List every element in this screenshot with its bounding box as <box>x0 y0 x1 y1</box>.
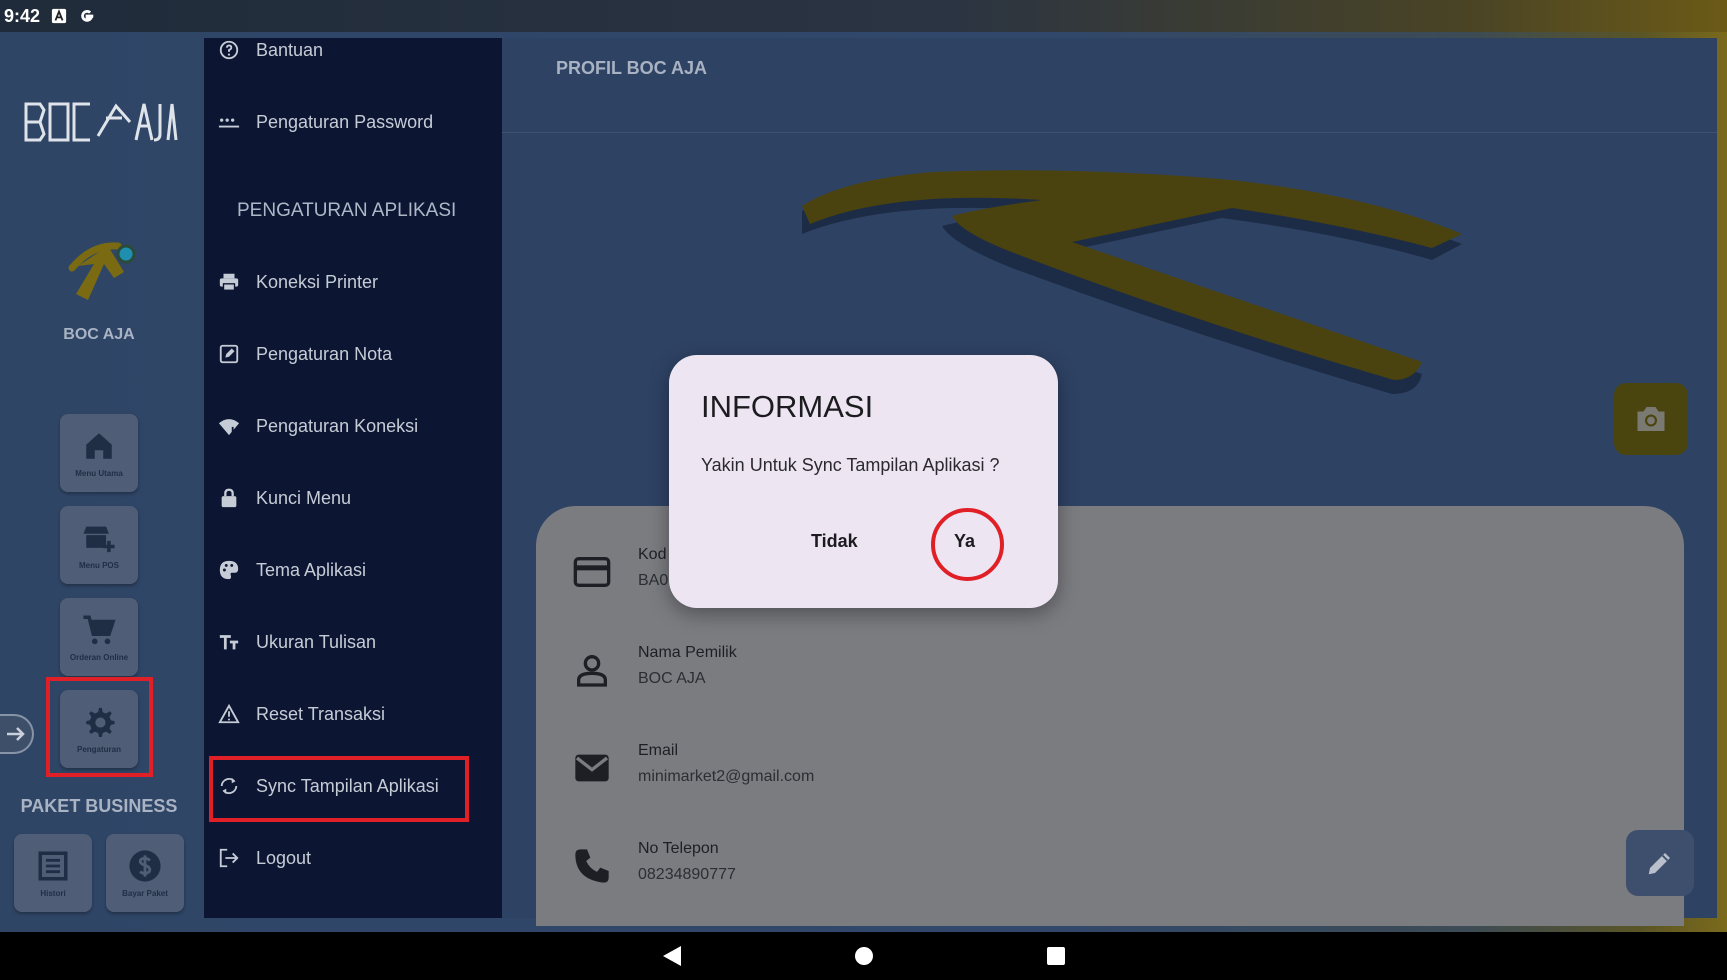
person-icon <box>577 655 607 687</box>
mail-icon <box>575 754 609 782</box>
info-row-nama-pemilik: Nama Pemilik BOC AJA <box>572 644 737 690</box>
drawer-item-pengaturan-nota[interactable]: Pengaturan Nota <box>218 334 392 374</box>
system-nav-bar <box>0 932 1727 980</box>
note-edit-icon <box>219 344 239 364</box>
status-time: 9:42 <box>4 5 41 26</box>
info-value: minimarket2@gmail.com <box>638 768 815 785</box>
dialog-message: Yakin Untuk Sync Tampilan Aplikasi ? <box>701 455 1000 475</box>
drawer-item-reset-transaksi[interactable]: Reset Transaksi <box>218 694 385 734</box>
profile-header: PROFIL BOC AJA <box>502 38 1717 133</box>
cart-icon <box>83 614 116 644</box>
drawer-item-logout[interactable]: Logout <box>218 838 311 878</box>
recents-icon[interactable] <box>1045 945 1067 967</box>
drawer-item-ukuran-tulisan[interactable]: Ukuran Tulisan <box>218 622 376 662</box>
drawer-item-label: Pengaturan Nota <box>256 343 393 364</box>
menu-pos-label: Menu POS <box>78 560 119 570</box>
drawer-item-pengaturan-password[interactable]: Pengaturan Password <box>218 102 433 142</box>
drawer-item-kunci-menu[interactable]: Kunci Menu <box>218 478 351 518</box>
list-icon <box>38 850 68 881</box>
drawer-item-label: Logout <box>256 847 312 868</box>
status-bar: 9:42 <box>0 0 1727 32</box>
card-icon <box>573 557 611 587</box>
home-icon <box>86 432 112 459</box>
drawer-item-label: Bantuan <box>256 39 324 60</box>
sync-confirm-dialog: INFORMASI Yakin Untuk Sync Tampilan Apli… <box>669 355 1058 608</box>
dialog-title: INFORMASI <box>701 389 874 424</box>
info-key: No Telepon <box>638 840 719 857</box>
back-icon[interactable] <box>661 944 683 968</box>
info-value: BA0 <box>638 572 669 589</box>
info-row-no-telepon: No Telepon 08234890777 <box>572 840 736 886</box>
store-avatar[interactable] <box>62 220 138 320</box>
boc-aja-logo <box>24 102 178 142</box>
info-row-kode: Kod BA0 <box>572 546 668 592</box>
drawer-section-title: PENGATURAN APLIKASI <box>237 200 457 221</box>
paket-label: PAKET BUSINESS <box>20 796 178 816</box>
arrow-right-icon <box>7 727 25 741</box>
notification-a-icon <box>50 7 68 25</box>
info-value: 08234890777 <box>638 866 736 883</box>
drawer-item-label: Koneksi Printer <box>256 271 379 292</box>
drawer-item-pengaturan-koneksi[interactable]: Pengaturan Koneksi <box>218 406 418 446</box>
orderan-online-label: Orderan Online <box>69 652 129 662</box>
histori-label: Histori <box>40 888 66 898</box>
phone-icon <box>575 849 609 883</box>
store-name: BOC AJA <box>63 326 135 343</box>
drawer-item-label: Pengaturan Koneksi <box>256 415 419 436</box>
histori-button[interactable]: Histori <box>14 834 92 912</box>
info-value: BOC AJA <box>638 670 706 687</box>
drawer-item-bantuan[interactable]: Bantuan <box>218 30 323 70</box>
google-icon <box>78 7 96 25</box>
info-key: Email <box>638 742 679 759</box>
help-icon <box>219 40 239 60</box>
text-size-icon <box>219 635 239 650</box>
drawer-item-koneksi-printer[interactable]: Koneksi Printer <box>218 262 378 302</box>
page-title: PROFIL BOC AJA <box>556 58 708 78</box>
cancel-button[interactable]: Tidak <box>811 531 858 552</box>
warning-icon <box>218 703 240 724</box>
settings-drawer: Bantuan Pengaturan Password PENGATURAN A… <box>204 38 502 918</box>
drawer-item-label: Kunci Menu <box>256 487 352 508</box>
bayar-paket-button[interactable]: Bayar Paket <box>106 834 184 912</box>
left-rail: BOC AJA Menu Utama Menu POS Orderan Onli… <box>0 32 200 932</box>
drawer-item-label: Reset Transaksi <box>256 703 386 724</box>
bayar-paket-label: Bayar Paket <box>122 888 168 898</box>
lock-icon <box>221 488 237 508</box>
password-icon <box>218 118 240 128</box>
palette-icon <box>219 560 239 580</box>
drawer-item-label: Tema Aplikasi <box>256 559 367 580</box>
drawer-item-tema-aplikasi[interactable]: Tema Aplikasi <box>218 550 366 590</box>
home-nav-icon[interactable] <box>853 945 875 967</box>
logout-icon <box>219 848 239 868</box>
info-key: Kod <box>638 546 667 563</box>
dollar-icon <box>129 849 161 882</box>
pengaturan-highlight <box>46 677 153 777</box>
orderan-online-button[interactable]: Orderan Online <box>60 598 138 676</box>
drawer-item-label: Pengaturan Password <box>256 111 434 132</box>
menu-utama-button[interactable]: Menu Utama <box>60 414 138 492</box>
drawer-item-label: Ukuran Tulisan <box>256 631 377 652</box>
menu-utama-label: Menu Utama <box>75 468 123 478</box>
camera-icon <box>1637 407 1665 431</box>
expand-rail-button[interactable] <box>0 714 34 754</box>
info-key: Nama Pemilik <box>638 644 737 661</box>
info-row-email: Email minimarket2@gmail.com <box>572 742 814 788</box>
wifi-icon <box>218 419 240 436</box>
sync-highlight <box>209 756 469 822</box>
pencil-icon <box>1648 853 1670 875</box>
edit-profile-button[interactable] <box>1626 830 1694 896</box>
confirm-highlight <box>931 508 1004 581</box>
store-add-icon <box>83 526 115 552</box>
printer-icon <box>219 273 239 291</box>
menu-pos-button[interactable]: Menu POS <box>60 506 138 584</box>
change-photo-button[interactable] <box>1614 383 1688 455</box>
